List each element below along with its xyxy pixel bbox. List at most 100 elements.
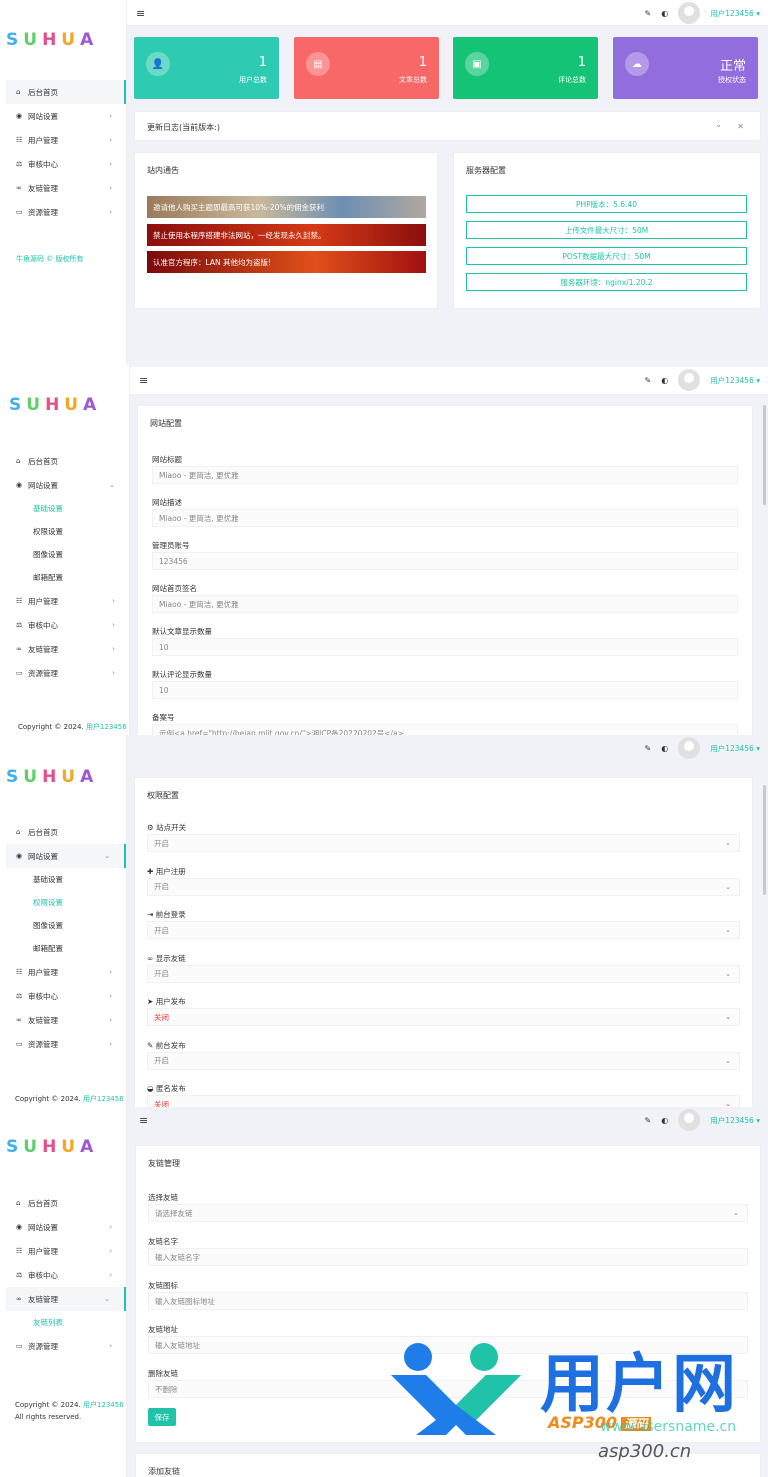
sidebar-subitem[interactable]: 邮箱配置 bbox=[6, 566, 129, 589]
edit-icon[interactable]: ✎ bbox=[645, 1116, 652, 1125]
text-input[interactable]: 123456 bbox=[152, 552, 738, 570]
text-input[interactable]: Miaoo - 更简洁, 更优雅 bbox=[152, 509, 738, 527]
text-input[interactable]: 输入友链图标地址 bbox=[148, 1292, 748, 1310]
theme-icon[interactable]: ◐ bbox=[661, 9, 668, 18]
save-button[interactable]: 保存 bbox=[148, 1408, 176, 1426]
stat-label: 文章总数 bbox=[399, 76, 427, 84]
sidebar-item[interactable]: ▭ 资源管理 › bbox=[6, 1334, 126, 1358]
sidebar-subitem[interactable]: 基础设置 bbox=[6, 868, 126, 891]
sidebar-item[interactable]: ◉ 网站设置 ⌄ bbox=[6, 844, 126, 868]
close-icon[interactable]: ✕ bbox=[737, 122, 744, 131]
sidebar-item-label: 后台首页 bbox=[28, 87, 58, 97]
sidebar-footer: 牛角源码 © 版权所有 bbox=[16, 255, 84, 263]
sidebar-item[interactable]: ◉ 网站设置 › bbox=[6, 104, 126, 128]
sidebar-subitem[interactable]: 图像设置 bbox=[6, 543, 129, 566]
text-input[interactable]: 示例<a href="http://beian.miit.gov.cn/">湘I… bbox=[152, 724, 738, 735]
sidebar-item[interactable]: ◉ 网站设置 ⌄ bbox=[6, 473, 129, 497]
sidebar-item[interactable]: ⚖ 审核中心 › bbox=[6, 984, 126, 1008]
sidebar-item[interactable]: ∞ 友链管理 › bbox=[6, 637, 129, 661]
avatar[interactable] bbox=[678, 737, 701, 759]
edit-icon[interactable]: ✎ bbox=[645, 744, 652, 753]
select-input[interactable]: 开启 ⌄ bbox=[147, 877, 740, 896]
theme-icon[interactable]: ◐ bbox=[661, 744, 668, 753]
user-menu[interactable]: 用户123456 ▾ bbox=[710, 8, 760, 19]
text-input[interactable]: 输入友链名字 bbox=[148, 1248, 748, 1266]
text-input[interactable]: 10 bbox=[152, 681, 738, 699]
sidebar-subitem[interactable]: 邮箱配置 bbox=[6, 937, 126, 960]
sidebar-subitem[interactable]: 基础设置 bbox=[6, 497, 129, 520]
user-menu[interactable]: 用户123456 ▾ bbox=[710, 743, 760, 754]
sidebar-item[interactable]: ⚖ 审核中心 › bbox=[6, 613, 129, 637]
logo-letter: H bbox=[45, 395, 63, 415]
sidebar-item[interactable]: ☷ 用户管理 › bbox=[6, 1239, 126, 1263]
server-info-item: 上传文件最大尺寸：50M bbox=[466, 221, 747, 239]
menu-toggle-icon[interactable]: ≡ bbox=[136, 7, 145, 20]
field-label: 管理员账号 bbox=[152, 541, 190, 550]
sidebar-subitem[interactable]: 权限设置 bbox=[6, 891, 126, 914]
sidebar-item[interactable]: ⌂ 后台首页 bbox=[6, 1191, 126, 1215]
select-input[interactable]: 开启 ⌄ bbox=[147, 964, 740, 983]
sidebar-item[interactable]: ⌂ 后台首页 bbox=[6, 820, 126, 844]
avatar[interactable] bbox=[678, 1109, 701, 1131]
stat-icon: ▤ bbox=[306, 52, 330, 76]
menu-toggle-icon[interactable]: ≡ bbox=[139, 374, 148, 387]
sidebar-item[interactable]: ⚖ 审核中心 › bbox=[6, 152, 126, 176]
select-input[interactable]: 关闭 ⌄ bbox=[147, 1008, 740, 1026]
chevron-down-icon: ⌄ bbox=[725, 926, 731, 934]
sidebar-item[interactable]: ▭ 资源管理 › bbox=[6, 661, 129, 685]
notice-banner[interactable]: 禁止使用本程序搭建非法网站，一经发现永久封禁。 bbox=[147, 224, 426, 246]
user-menu[interactable]: 用户123456 ▾ bbox=[710, 375, 760, 386]
text-input[interactable]: Miaoo - 更简洁, 更优雅 bbox=[152, 466, 738, 484]
nav-icon: ⚖ bbox=[16, 1271, 23, 1279]
scrollbar[interactable] bbox=[763, 785, 766, 895]
site-config-card: 网站配置 网站标题 Miaoo - 更简洁, 更优雅 网站描述 Miaoo - 更简洁… bbox=[137, 405, 753, 735]
edit-icon[interactable]: ✎ bbox=[645, 376, 652, 385]
sidebar-item-label: 审核中心 bbox=[28, 620, 58, 630]
chevron-icon: ⌄ bbox=[104, 852, 110, 860]
collapse-icon[interactable]: ⌄ bbox=[715, 120, 722, 129]
logo-letter: H bbox=[42, 767, 60, 787]
sidebar-item[interactable]: ⚖ 审核中心 › bbox=[6, 1263, 126, 1287]
sidebar-item[interactable]: ∞ 友链管理 ⌄ bbox=[6, 1287, 126, 1311]
select-input[interactable]: 开启 ⌄ bbox=[147, 834, 740, 852]
sidebar-item[interactable]: ▭ 资源管理 › bbox=[6, 1032, 126, 1056]
menu-toggle-icon[interactable]: ≡ bbox=[139, 1114, 148, 1127]
avatar[interactable] bbox=[678, 2, 701, 24]
chevron-icon: › bbox=[109, 184, 112, 192]
chevron-icon: › bbox=[109, 992, 112, 1000]
sidebar-item[interactable]: ▭ 资源管理 › bbox=[6, 200, 126, 224]
sidebar-subitem[interactable]: 图像设置 bbox=[6, 914, 126, 937]
sidebar-subitem[interactable]: 权限设置 bbox=[6, 520, 129, 543]
sidebar-item[interactable]: ∞ 友链管理 › bbox=[6, 1008, 126, 1032]
sidebar-item[interactable]: ◉ 网站设置 › bbox=[6, 1215, 126, 1239]
edit-icon[interactable]: ✎ bbox=[645, 9, 652, 18]
field-label-text: 显示友链 bbox=[155, 953, 186, 963]
chevron-icon: › bbox=[109, 1223, 112, 1231]
sidebar-item[interactable]: ☷ 用户管理 › bbox=[6, 960, 126, 984]
theme-icon[interactable]: ◐ bbox=[661, 1116, 668, 1125]
logo-letter: U bbox=[23, 767, 41, 787]
scrollbar[interactable] bbox=[763, 405, 766, 505]
notice-banner[interactable]: 认准官方程序：LAN 其他均为盗版! bbox=[147, 251, 426, 273]
text-input[interactable]: Miaoo - 更简洁, 更优雅 bbox=[152, 595, 738, 613]
theme-icon[interactable]: ◐ bbox=[661, 376, 668, 385]
user-menu[interactable]: 用户123456 ▾ bbox=[710, 1115, 760, 1126]
sidebar-item[interactable]: ∞ 友链管理 › bbox=[6, 176, 126, 200]
sidebar-item[interactable]: ☷ 用户管理 › bbox=[6, 589, 129, 613]
select-input[interactable]: 关闭 ⌄ bbox=[147, 1095, 740, 1107]
stat-card: ▣ 1 评论总数 bbox=[453, 37, 598, 99]
select-input[interactable]: 请选择友链 ⌄ bbox=[148, 1204, 748, 1222]
sidebar-item[interactable]: ⌂ 后台首页 bbox=[6, 449, 129, 473]
text-input[interactable]: 10 bbox=[152, 638, 738, 656]
avatar[interactable] bbox=[678, 369, 701, 391]
sidebar: SUHUA ⌂ 后台首页 ◉ 网站设置 › ☷ 用户管理 › ⚖ 审核中心 › ∞ 友链管理 › ▭ 资源管理… bbox=[0, 0, 127, 365]
select-input[interactable]: 开启 ⌄ bbox=[147, 1051, 740, 1070]
logo-letter: S bbox=[6, 1137, 22, 1157]
sidebar-item-label: 友链管理 bbox=[28, 183, 58, 193]
select-input[interactable]: 开启 ⌄ bbox=[147, 921, 740, 939]
notice-banner[interactable]: 邀请他人购买主题即最高可获10%-20%的佣金获利 bbox=[147, 196, 426, 218]
chevron-icon: › bbox=[109, 160, 112, 168]
sidebar-item[interactable]: ☷ 用户管理 › bbox=[6, 128, 126, 152]
sidebar-subitem[interactable]: 友链列表 bbox=[6, 1311, 126, 1334]
sidebar-item[interactable]: ⌂ 后台首页 bbox=[6, 80, 126, 104]
